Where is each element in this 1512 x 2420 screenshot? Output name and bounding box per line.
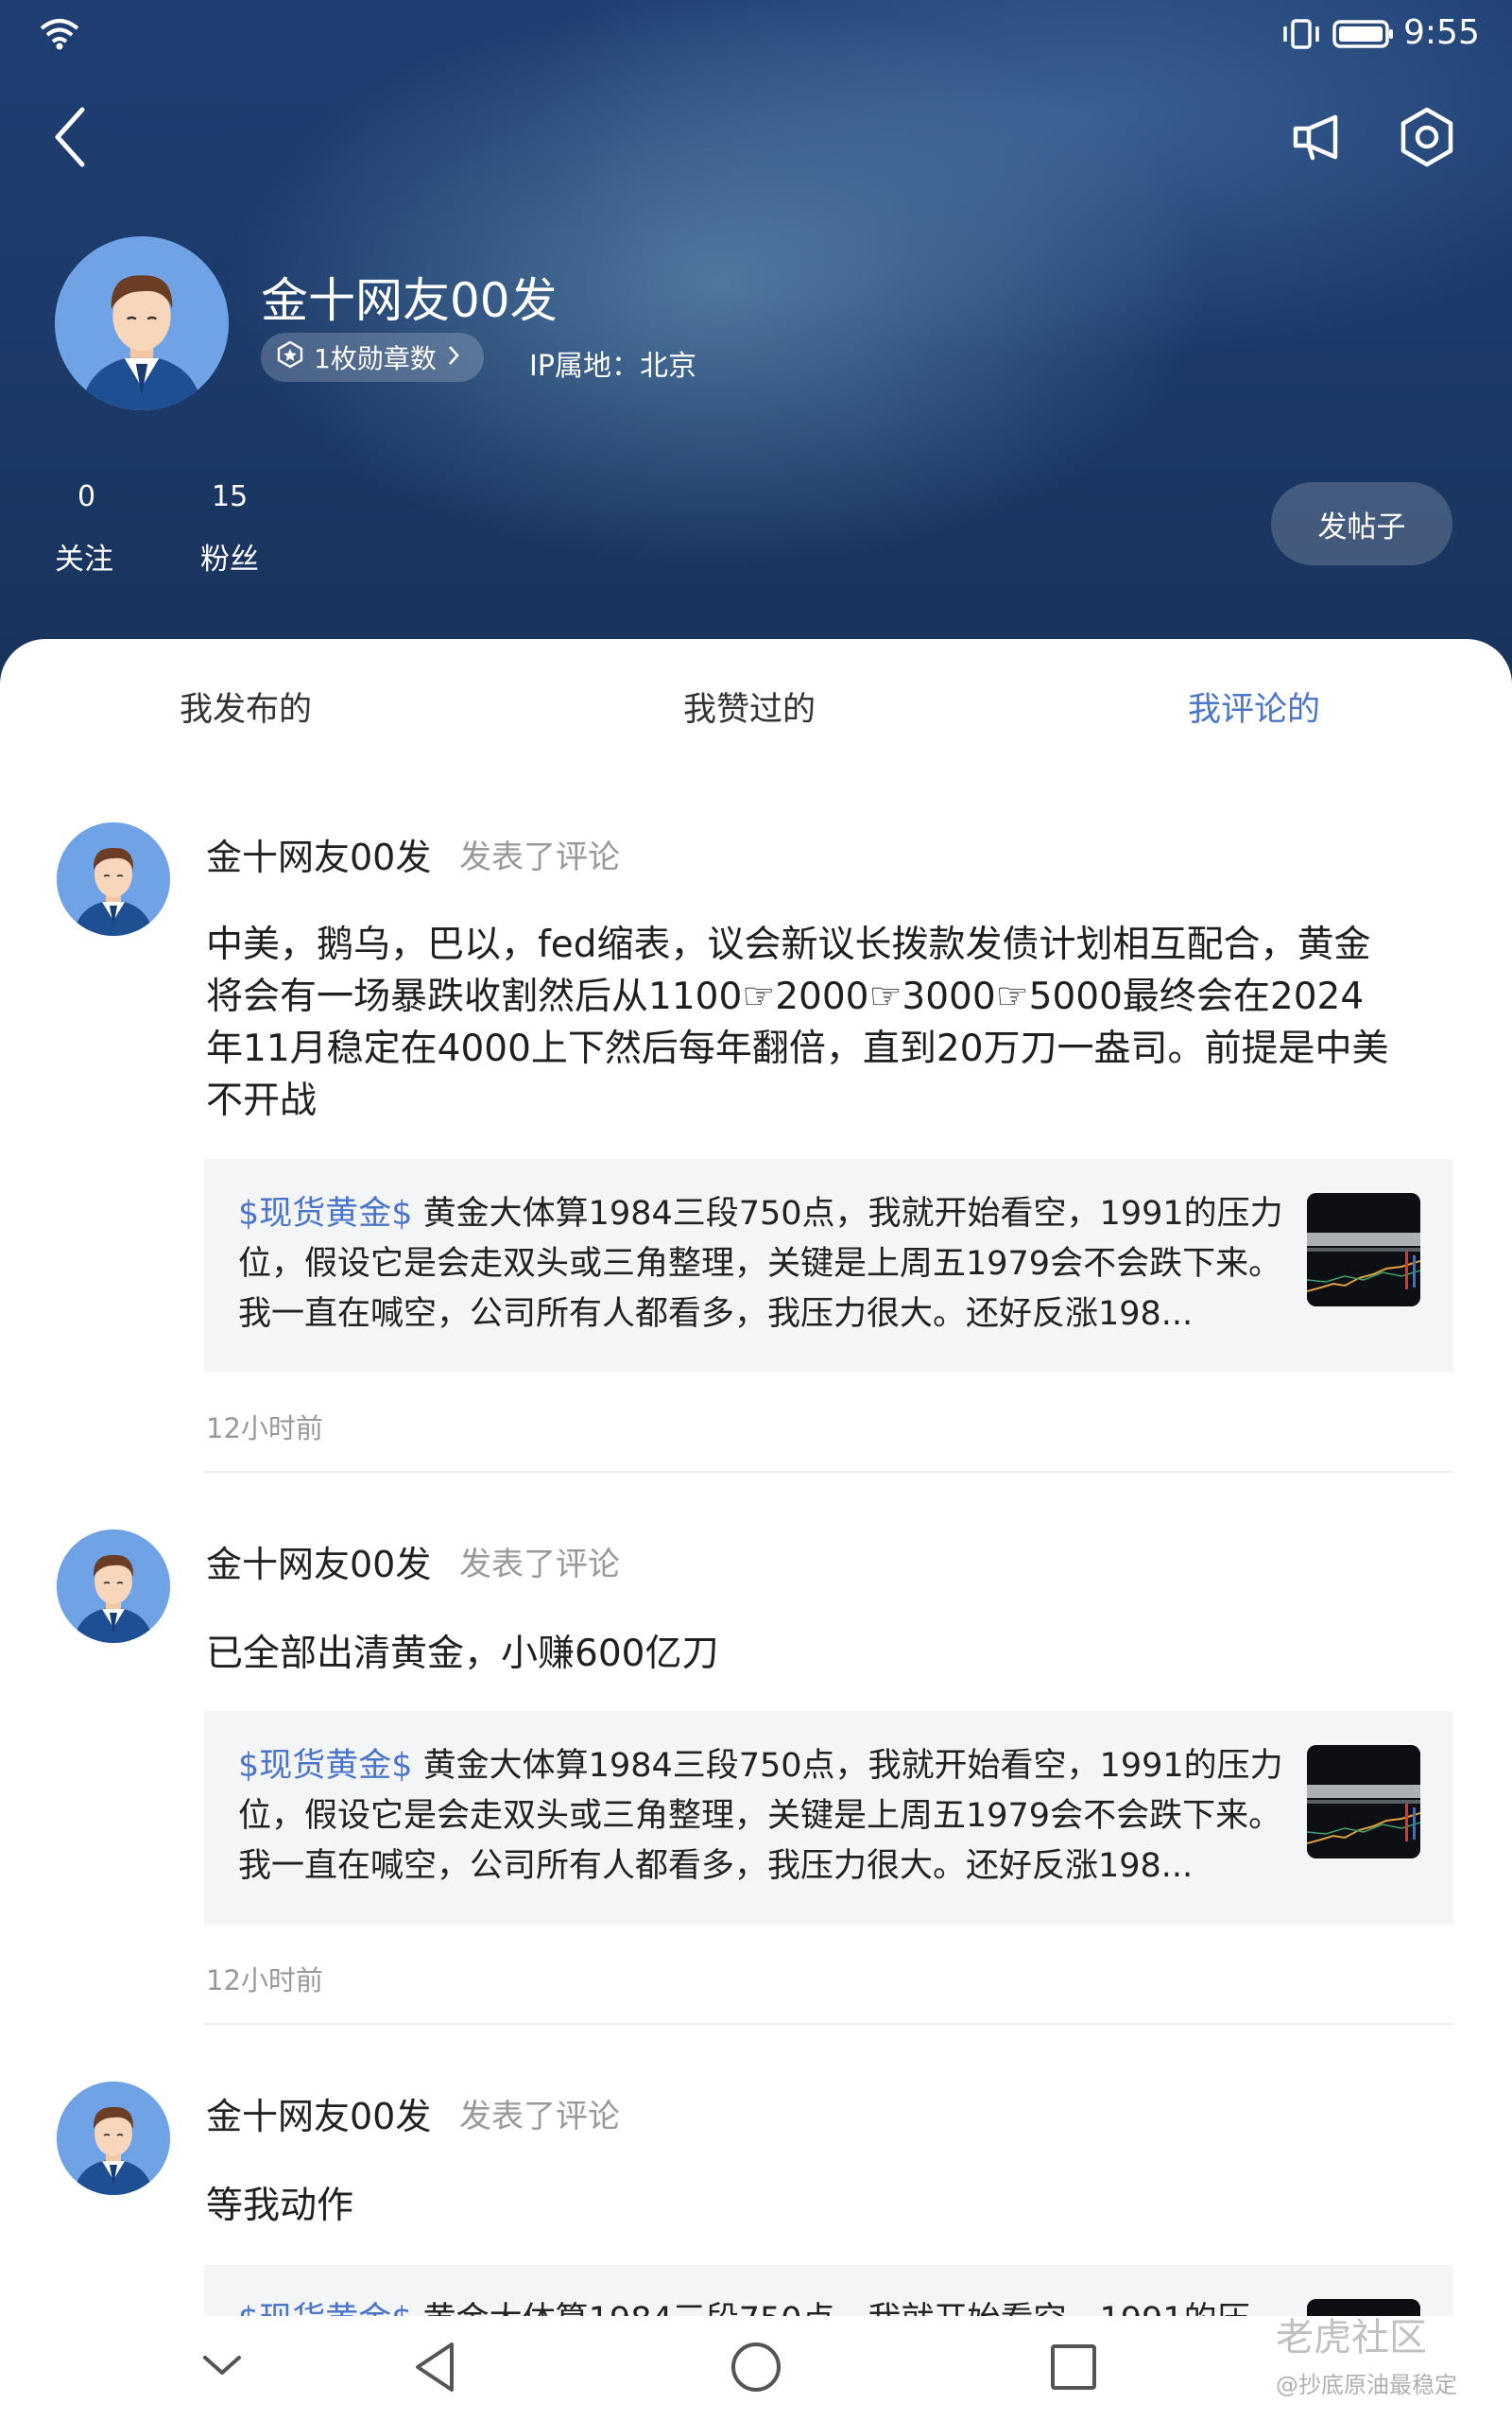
avatar[interactable] (57, 2082, 170, 2195)
comment-time: 12小时前 (206, 1412, 323, 1444)
followers-label[interactable]: 粉丝 (200, 535, 259, 578)
quoted-post-tag[interactable]: $现货黄金$ (238, 1195, 413, 1233)
avatar[interactable] (55, 236, 229, 410)
quoted-post[interactable]: $现货黄金$ 黄金大体算1984三段750点，我就开始看空，1991的压力位，假… (204, 1159, 1453, 1373)
quoted-post-text: $现货黄金$ 黄金大体算1984三段750点，我就开始看空，1991的压力位，假… (238, 1741, 1297, 1894)
quoted-post-tag[interactable]: $现货黄金$ (238, 1747, 413, 1785)
quoted-post[interactable]: $现货黄金$ 黄金大体算1984三段750点，我就开始看空，1991的压力位，假… (204, 1711, 1453, 1925)
vibrate-icon (1280, 17, 1322, 55)
comment-author[interactable]: 金十网友00发 (206, 828, 431, 880)
comment-action: 发表了评论 (459, 2098, 620, 2135)
battery-icon (1332, 19, 1395, 53)
tab-my-likes[interactable]: 我赞过的 (683, 683, 816, 731)
comment-action: 发表了评论 (459, 838, 620, 876)
status-bar: 9:55 (0, 13, 1512, 55)
chevron-right-icon (446, 342, 461, 373)
ip-location: IP属地：北京 (529, 350, 696, 383)
content-sheet (0, 639, 1512, 2420)
profile-username: 金十网友00发 (261, 273, 558, 328)
following-label[interactable]: 关注 (55, 535, 113, 578)
quoted-post-thumbnail (1307, 1193, 1420, 1306)
new-post-button[interactable]: 发帖子 (1271, 482, 1452, 565)
status-time: 9:55 (1403, 13, 1480, 52)
comment-author[interactable]: 金十网友00发 (206, 1535, 431, 1587)
followers-count[interactable]: 15 (212, 480, 248, 513)
quoted-post-text: $现货黄金$ 黄金大体算1984三段750点，我就开始看空，1991的压力位，假… (238, 1189, 1297, 1342)
settings-icon[interactable] (1389, 99, 1465, 175)
nav-home-icon[interactable] (718, 2331, 794, 2403)
nav-back-icon[interactable] (402, 2331, 468, 2403)
profile-header: 9:55 金十网友00发 1枚勋章数 IP属地：北京 0 关注 15 粉丝 发帖… (0, 0, 1512, 718)
comment-text[interactable]: 已全部出清黄金，小赚600亿刀 (206, 1628, 1397, 1680)
avatar[interactable] (57, 1530, 170, 1643)
megaphone-icon[interactable] (1285, 104, 1351, 170)
comment-text[interactable]: 等我动作 (206, 2180, 1397, 2232)
back-icon[interactable] (38, 95, 104, 180)
divider (204, 2023, 1453, 2025)
comment-action: 发表了评论 (459, 1546, 620, 1583)
medal-count: 1枚勋章数 (314, 343, 437, 374)
tab-my-comments[interactable]: 我评论的 (1188, 683, 1320, 731)
comment-author[interactable]: 金十网友00发 (206, 2087, 431, 2139)
tab-my-posts[interactable]: 我发布的 (180, 683, 312, 731)
nav-down-icon[interactable] (189, 2337, 255, 2394)
wifi-icon (38, 17, 81, 55)
medal-icon (276, 340, 304, 375)
nav-recents-icon[interactable] (1036, 2331, 1111, 2403)
avatar[interactable] (57, 822, 170, 936)
medal-badge[interactable]: 1枚勋章数 (261, 333, 484, 382)
watermark-user: @抄底原油最稳定 (1276, 2372, 1457, 2398)
watermark-brand: 老虎社区 (1276, 2316, 1427, 2360)
comment-text[interactable]: 中美，鹅乌，巴以，fed缩表，议会新议长拨款发债计划相互配合，黄金将会有一场暴跌… (206, 919, 1397, 1127)
following-count[interactable]: 0 (77, 480, 95, 513)
quoted-post-thumbnail (1307, 1745, 1420, 1858)
divider (204, 1471, 1453, 1473)
comment-time: 12小时前 (206, 1964, 323, 1996)
